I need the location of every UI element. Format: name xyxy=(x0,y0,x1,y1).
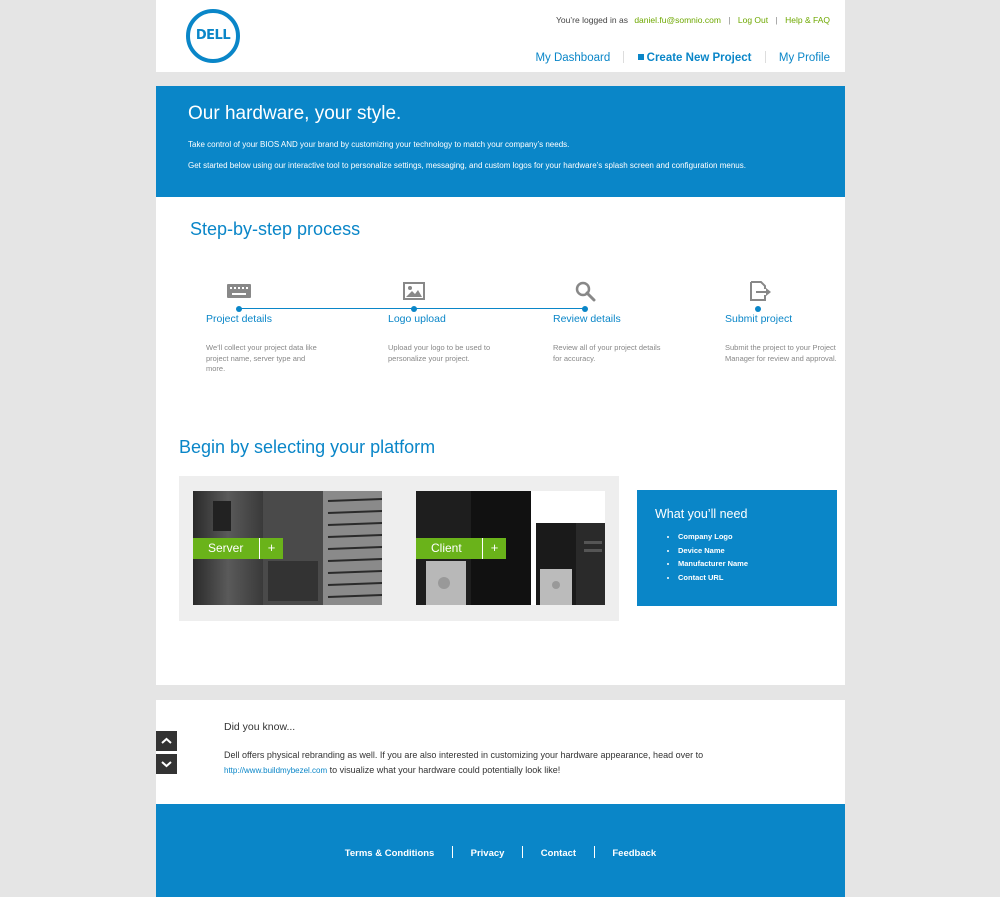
step-title: Review details xyxy=(553,313,621,325)
client-label: Client xyxy=(431,541,462,555)
step-dot xyxy=(411,306,417,312)
nav-divider xyxy=(764,51,766,63)
hero-text-2: Get started below using our interactive … xyxy=(188,161,746,170)
step-dot xyxy=(582,306,588,312)
main-nav: My Dashboard Create New Project My Profi… xyxy=(535,51,830,64)
divider: | xyxy=(775,15,778,25)
footer: Terms & Conditions Privacy Contact Feedb… xyxy=(156,804,845,897)
step-dot xyxy=(236,306,242,312)
server-tile[interactable]: Server + xyxy=(193,491,382,605)
did-you-know-text-after: to visualize what your hardware could po… xyxy=(329,764,561,775)
help-faq-link[interactable]: Help & FAQ xyxy=(785,15,830,25)
active-indicator xyxy=(637,54,644,60)
steps-heading: Step-by-step process xyxy=(190,219,361,239)
nav-divider xyxy=(623,51,625,63)
scroll-down-button[interactable] xyxy=(156,754,177,774)
footer-terms-link[interactable]: Terms & Conditions xyxy=(345,848,435,859)
footer-divider xyxy=(451,846,453,858)
chevron-up-icon xyxy=(161,737,172,744)
buildmybezel-link[interactable]: http://www.buildmybezel.com xyxy=(224,766,327,775)
keyboard-icon xyxy=(227,284,251,298)
server-button[interactable]: Server + xyxy=(193,538,283,559)
hero-title: Our hardware, your style. xyxy=(188,103,402,124)
scroll-up-button[interactable] xyxy=(156,731,177,751)
server-label: Server xyxy=(208,541,244,555)
did-you-know-text-before: Dell offers physical rebranding as well.… xyxy=(224,750,704,760)
logout-link[interactable]: Log Out xyxy=(738,15,768,25)
did-you-know-text: Dell offers physical rebranding as well.… xyxy=(224,748,814,778)
requirements-list: Company Logo Device Name Manufacturer Na… xyxy=(655,530,837,584)
step-description: We’ll collect your project data like pro… xyxy=(206,343,317,373)
did-you-know-panel: Did you know... Dell offers physical reb… xyxy=(156,700,845,804)
magnifier-icon xyxy=(575,281,596,302)
divider: | xyxy=(728,15,731,25)
hero-banner: Our hardware, your style. Take control o… xyxy=(156,86,845,197)
requirement-item: Company Logo xyxy=(678,530,837,544)
logged-in-label: You’re logged in as xyxy=(555,15,628,25)
step-description: Upload your logo to be used to personali… xyxy=(388,343,491,363)
user-email-link[interactable]: daniel.fu@somnio.com xyxy=(634,15,721,25)
logo-text: DELL xyxy=(195,28,231,43)
page: DELL You’re logged in as daniel.fu@somni… xyxy=(156,0,845,897)
step-title: Project details xyxy=(206,313,272,325)
image-icon xyxy=(403,282,425,300)
footer-divider xyxy=(593,846,595,858)
footer-privacy-link[interactable]: Privacy xyxy=(471,848,505,859)
step-dot xyxy=(755,306,761,312)
step-description: Review all of your project details for a… xyxy=(553,343,661,363)
footer-feedback-link[interactable]: Feedback xyxy=(612,848,656,859)
requirement-item: Device Name xyxy=(678,544,837,558)
footer-contact-link[interactable]: Contact xyxy=(541,848,576,859)
step-title: Logo upload xyxy=(388,313,446,325)
add-icon: + xyxy=(482,538,506,559)
nav-my-profile[interactable]: My Profile xyxy=(779,52,830,64)
utility-bar: You’re logged in as daniel.fu@somnio.com… xyxy=(556,15,830,25)
hero-text-1: Take control of your BIOS AND your brand… xyxy=(188,140,570,149)
nav-my-dashboard[interactable]: My Dashboard xyxy=(535,52,610,64)
footer-links: Terms & Conditions Privacy Contact Feedb… xyxy=(156,846,845,859)
nav-create-new-project[interactable]: Create New Project xyxy=(647,52,752,64)
platform-heading: Begin by selecting your platform xyxy=(179,437,436,457)
add-icon: + xyxy=(259,538,283,559)
requirements-panel: What you’ll need Company Logo Device Nam… xyxy=(637,490,837,606)
main-content: Step-by-step process Project details We’… xyxy=(156,197,845,685)
chevron-down-icon xyxy=(161,761,172,768)
footer-divider xyxy=(522,846,524,858)
platform-selector: Server + Client + xyxy=(179,476,619,621)
step-description: Submit the project to your Project Manag… xyxy=(725,343,837,363)
requirements-title: What you’ll need xyxy=(655,507,748,521)
client-button[interactable]: Client + xyxy=(416,538,506,559)
requirement-item: Manufacturer Name xyxy=(678,557,837,571)
client-tile[interactable]: Client + xyxy=(416,491,605,605)
dell-logo[interactable]: DELL xyxy=(186,9,240,63)
header: DELL You’re logged in as daniel.fu@somni… xyxy=(156,0,845,72)
export-icon xyxy=(750,281,771,301)
step-title: Submit project xyxy=(725,313,793,325)
requirement-item: Contact URL xyxy=(678,571,837,585)
did-you-know-title: Did you know... xyxy=(224,721,296,733)
